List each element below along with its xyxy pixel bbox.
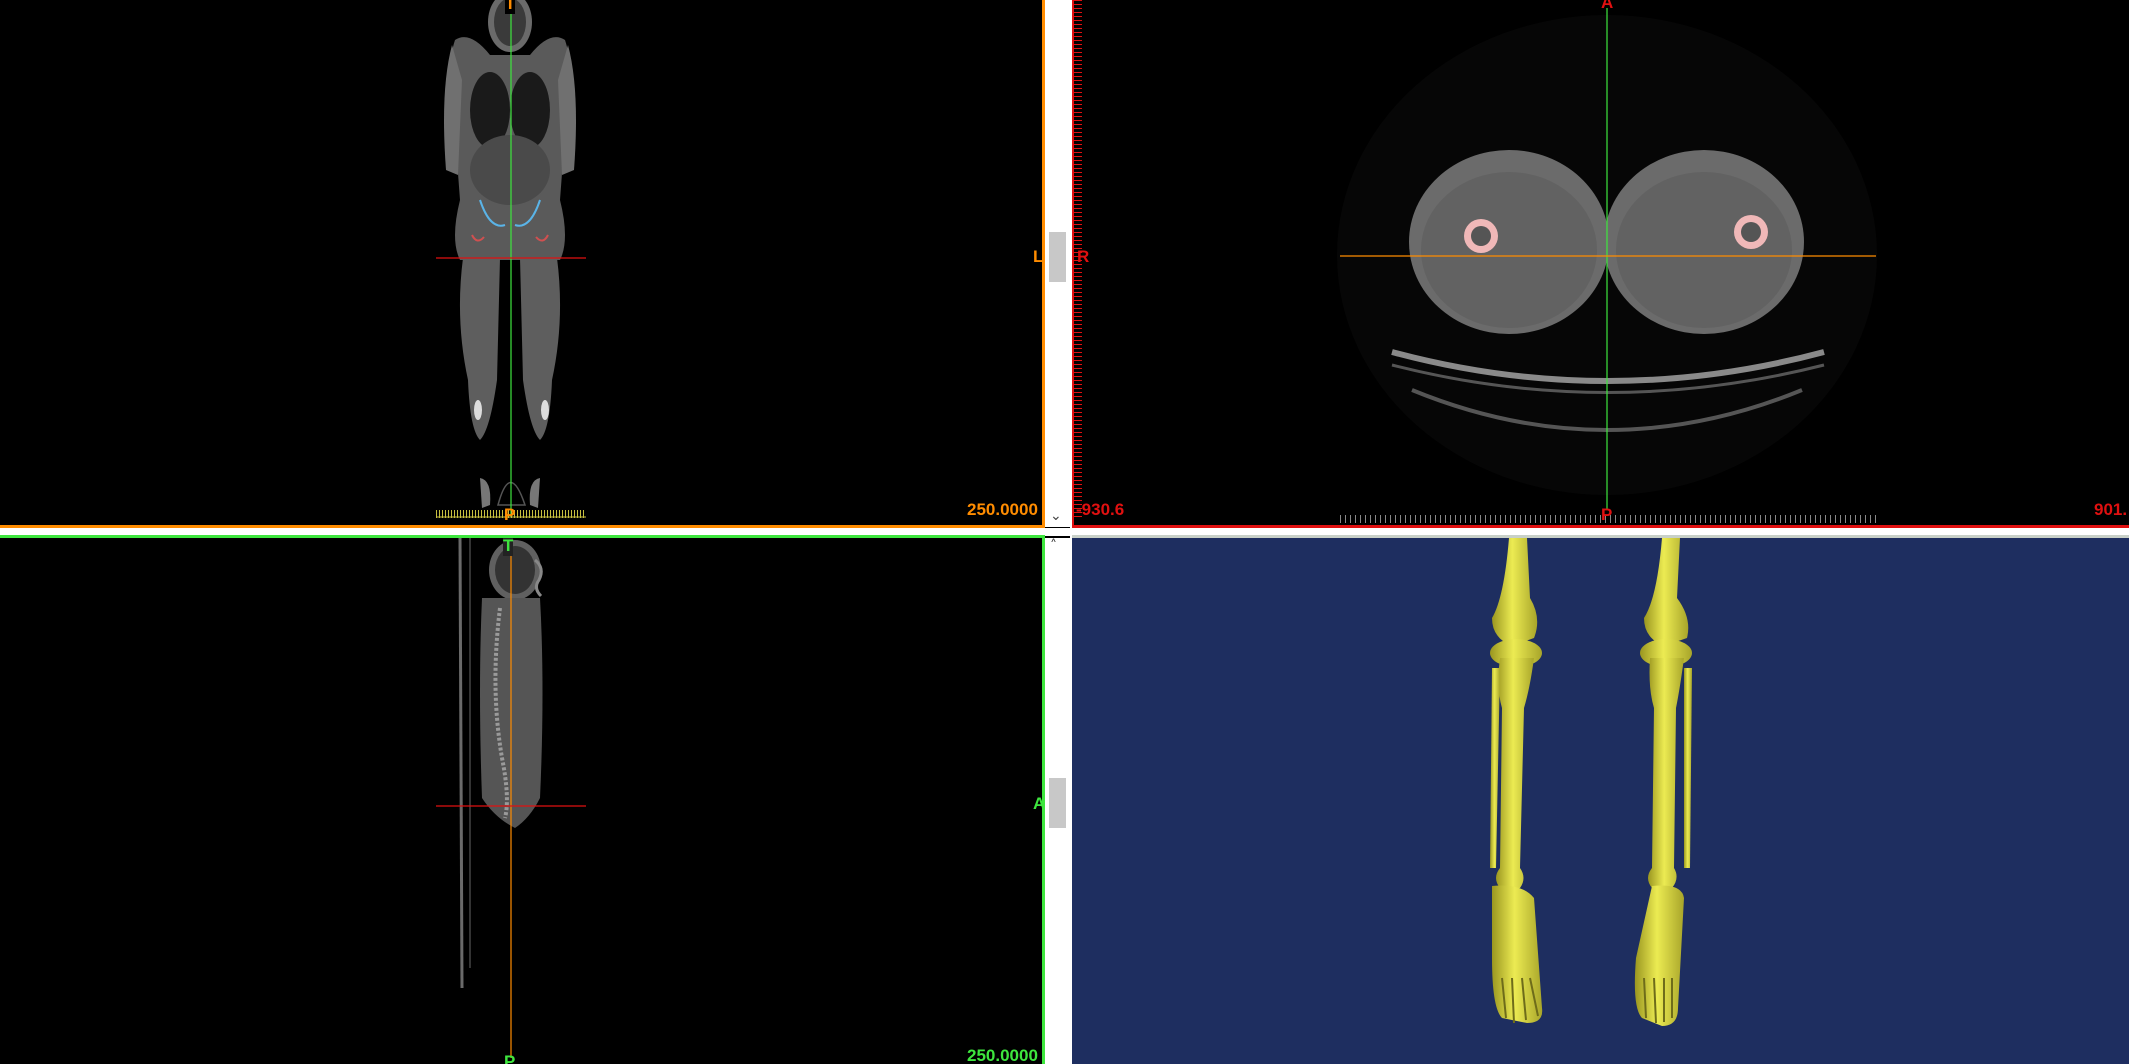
sagittal-right-marker: A — [1033, 794, 1042, 813]
chevron-up-icon[interactable]: ˄ — [1050, 538, 1057, 554]
axial-left-border — [1072, 0, 1074, 527]
render-3d-view[interactable] — [1072, 538, 2129, 1064]
sagittal-top-marker: T — [503, 538, 514, 556]
coronal-top-marker: T — [505, 0, 516, 14]
axial-view[interactable]: A P R -930.6 901. — [1072, 0, 2129, 527]
sagittal-scrollbar[interactable]: ˄ — [1045, 538, 1070, 1064]
left-leg-bones — [1490, 538, 1543, 1024]
coronal-scrollbar-thumb[interactable] — [1049, 232, 1066, 282]
sagittal-scrollbar-thumb[interactable] — [1049, 778, 1066, 828]
sagittal-view[interactable]: T P A 250.0000 — [0, 538, 1042, 1064]
chevron-down-icon[interactable]: ⌄ — [1050, 508, 1062, 524]
coronal-scrollbar[interactable]: ⌄ — [1045, 0, 1070, 527]
right-leg-bones — [1634, 538, 1692, 1026]
sagittal-scale-value: 250.0000 — [967, 1046, 1038, 1064]
axial-left-value: -930.6 — [1076, 500, 1125, 519]
sagittal-bottom-marker: P — [504, 1052, 516, 1064]
coronal-bottom-marker: P — [504, 505, 516, 524]
axial-top-marker: A — [1601, 0, 1614, 12]
axial-bottom-marker: P — [1601, 505, 1613, 524]
bone-rendering — [1490, 538, 1692, 1026]
axial-ct-image — [1337, 8, 1877, 510]
sagittal-ct-image — [436, 538, 586, 1058]
axial-left-marker: R — [1077, 247, 1090, 266]
coronal-left-marker: L — [1033, 247, 1042, 266]
coronal-view[interactable]: T P L 250.0000 — [0, 0, 1042, 527]
axial-right-value: 901. — [2094, 500, 2128, 519]
coronal-ct-image — [436, 0, 586, 518]
coronal-scale-value: 250.0000 — [967, 500, 1038, 519]
